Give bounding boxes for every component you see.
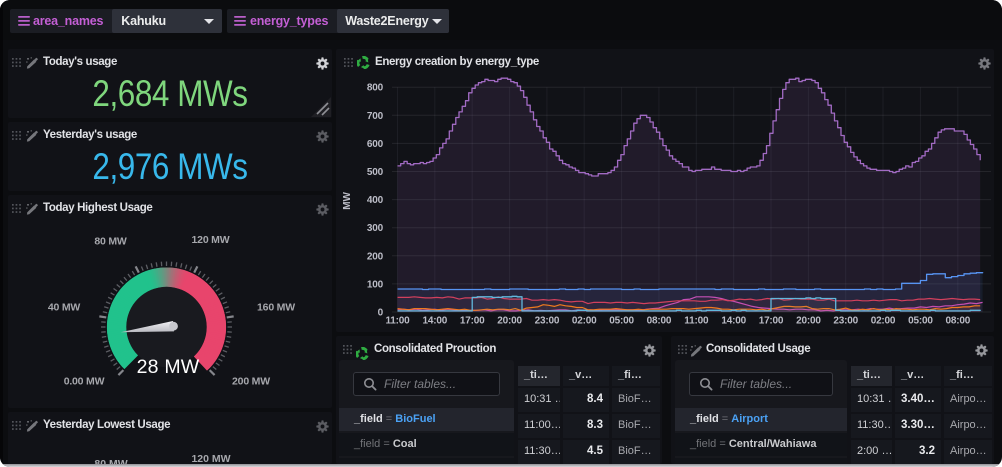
svg-text:11:00: 11:00 bbox=[385, 316, 410, 327]
svg-text:500: 500 bbox=[367, 167, 384, 178]
svg-text:28 MW: 28 MW bbox=[137, 356, 200, 378]
svg-text:400: 400 bbox=[367, 195, 384, 206]
svg-text:0: 0 bbox=[378, 308, 384, 319]
svg-text:200 MW: 200 MW bbox=[232, 376, 270, 388]
svg-text:200: 200 bbox=[367, 251, 384, 262]
svg-text:160 MW: 160 MW bbox=[257, 302, 295, 314]
svg-text:05:00: 05:00 bbox=[908, 316, 933, 327]
svg-text:MW: MW bbox=[342, 192, 353, 210]
svg-text:05:00: 05:00 bbox=[609, 316, 634, 327]
svg-text:08:00: 08:00 bbox=[647, 316, 672, 327]
svg-text:02:00: 02:00 bbox=[572, 316, 597, 327]
svg-text:600: 600 bbox=[367, 139, 384, 150]
svg-text:02:00: 02:00 bbox=[871, 316, 896, 327]
svg-text:100: 100 bbox=[367, 279, 384, 290]
svg-text:120 MW: 120 MW bbox=[192, 234, 230, 246]
svg-text:08:00: 08:00 bbox=[946, 316, 971, 327]
svg-text:0.00 MW: 0.00 MW bbox=[64, 376, 105, 388]
svg-text:80 MW: 80 MW bbox=[94, 236, 127, 248]
svg-text:23:00: 23:00 bbox=[535, 316, 560, 327]
svg-text:14:00: 14:00 bbox=[721, 316, 746, 327]
svg-text:23:00: 23:00 bbox=[833, 316, 858, 327]
svg-text:17:00: 17:00 bbox=[759, 316, 784, 327]
svg-text:17:00: 17:00 bbox=[460, 316, 485, 327]
svg-text:14:00: 14:00 bbox=[423, 316, 448, 327]
svg-text:300: 300 bbox=[367, 223, 384, 234]
svg-text:40 MW: 40 MW bbox=[48, 302, 81, 314]
svg-text:800: 800 bbox=[367, 83, 384, 94]
svg-text:20:00: 20:00 bbox=[497, 316, 522, 327]
svg-text:700: 700 bbox=[367, 111, 384, 122]
svg-text:20:00: 20:00 bbox=[796, 316, 821, 327]
svg-text:11:00: 11:00 bbox=[684, 316, 709, 327]
